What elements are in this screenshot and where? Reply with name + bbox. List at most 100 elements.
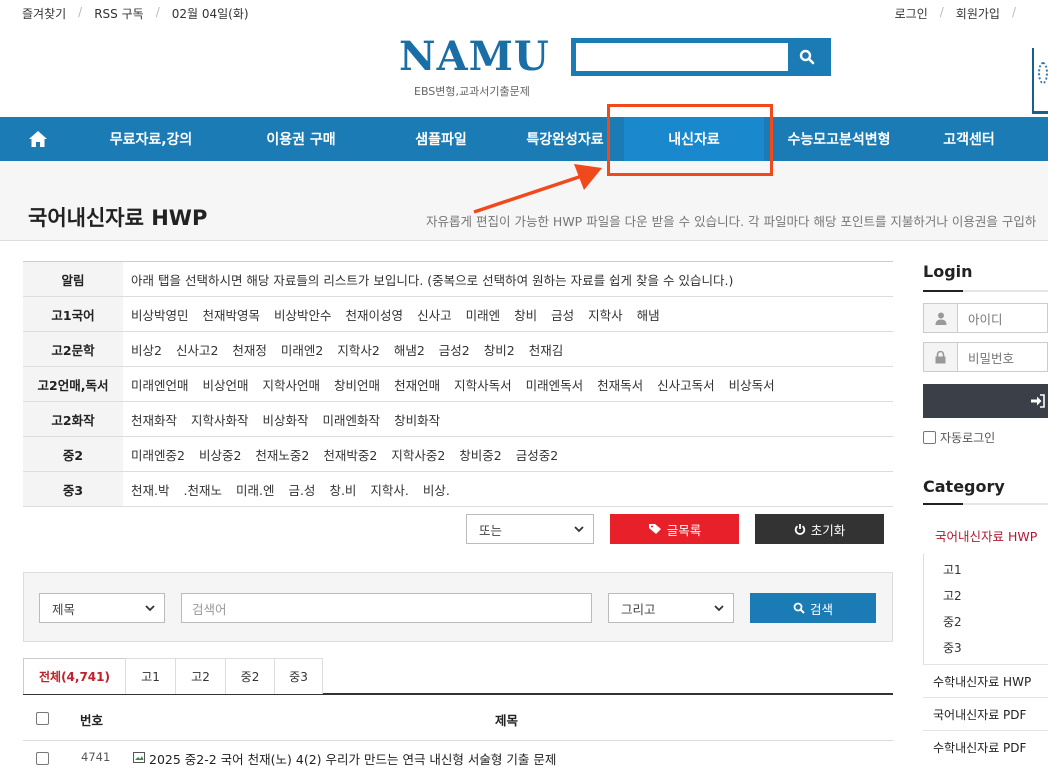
id-field[interactable]: 아이디 — [923, 303, 1048, 333]
filter-option[interactable]: 비상언매 — [203, 375, 249, 394]
favorites-link[interactable]: 즐겨찾기 — [22, 5, 66, 22]
nav-item-free[interactable]: 무료자료,강의 — [76, 117, 226, 161]
sub-category-h2[interactable]: 고2 — [943, 587, 962, 604]
row-title[interactable]: 2025 중2-2 국어 천재(노) 4(2) 우리가 만드는 연극 내신형 서… — [149, 749, 556, 768]
filter-option[interactable]: 비상중2 — [199, 445, 241, 464]
filter-option[interactable]: 천재.박 — [131, 480, 169, 499]
filter-option[interactable]: 신사고 — [417, 305, 452, 324]
nav-item-support[interactable]: 고객센터 — [914, 117, 1024, 161]
filter-option[interactable]: 미래엔언매 — [131, 375, 189, 394]
tab-all[interactable]: 전체(4,741) — [23, 658, 126, 694]
header-search-input[interactable] — [571, 38, 831, 76]
filter-option[interactable]: 신사고독서 — [657, 375, 715, 394]
filter-option[interactable]: 지학사언매 — [263, 375, 321, 394]
filter-option[interactable]: 비상화작 — [263, 410, 309, 429]
filter-option[interactable]: 천재정 — [232, 340, 267, 359]
sign-in-icon — [1031, 394, 1045, 408]
search-button[interactable]: 검색 — [750, 593, 876, 623]
header-search-button[interactable] — [788, 43, 826, 71]
filter-logic-select[interactable]: 또는 — [466, 514, 594, 544]
filter-option[interactable]: 미래엔독서 — [526, 375, 584, 394]
row-number: 4741 — [81, 750, 111, 764]
sub-category-m2[interactable]: 중2 — [943, 613, 962, 630]
nav-home[interactable] — [0, 117, 76, 161]
filter-option[interactable]: 천재언매 — [394, 375, 440, 394]
logo-subtitle: EBS변형,교과서기출문제 — [414, 85, 530, 98]
auto-login[interactable]: 자동로그인 — [923, 429, 995, 446]
filter-row-label: 고2문학 — [23, 332, 123, 366]
select-all-checkbox[interactable] — [36, 712, 49, 725]
filter-option[interactable]: 천재화작 — [131, 410, 177, 429]
filter-row: 고1국어 비상박영민 천재박영목 비상박안수 천재이성영 신사고 미래엔 창비 금성 지학사 해냄 — [23, 297, 893, 332]
login-link[interactable]: 로그인 — [895, 5, 928, 22]
filter-options: 미래엔중2 비상중2 천재노중2 천재박중2 지학사중2 창비중2 금성중2 — [123, 437, 893, 471]
search-input[interactable]: 검색어 — [181, 593, 592, 623]
filter-option[interactable]: .천재노 — [183, 480, 221, 499]
nav-item-sample[interactable]: 샘플파일 — [376, 117, 506, 161]
filter-option[interactable]: 천재박중2 — [323, 445, 377, 464]
join-link[interactable]: 회원가입 — [956, 5, 1000, 22]
auto-login-checkbox[interactable] — [923, 431, 936, 444]
search-field-select[interactable]: 제목 — [39, 593, 165, 623]
filter-option[interactable]: 미래엔화작 — [323, 410, 381, 429]
filter-option[interactable]: 천재김 — [529, 340, 564, 359]
sub-category-h1[interactable]: 고1 — [943, 561, 962, 578]
filter-option[interactable]: 비상박영민 — [131, 305, 189, 324]
filter-option[interactable]: 지학사. — [370, 480, 408, 499]
row-checkbox[interactable] — [36, 752, 49, 765]
filter-option[interactable]: 미래.엔 — [236, 480, 274, 499]
search-logic-select[interactable]: 그리고 — [608, 593, 734, 623]
filter-option[interactable]: 비상2 — [131, 340, 162, 359]
nav-item-mock[interactable]: 수능모고분석변형 — [764, 117, 914, 161]
filter-option[interactable]: 미래엔중2 — [131, 445, 185, 464]
filter-option[interactable]: 지학사독서 — [454, 375, 512, 394]
filter-option[interactable]: 천재독서 — [597, 375, 643, 394]
tab-m2[interactable]: 중2 — [225, 658, 275, 694]
sub-category-m3[interactable]: 중3 — [943, 639, 962, 656]
category-title: Category — [923, 477, 1005, 496]
filter-option[interactable]: 비상. — [423, 480, 450, 499]
filter-option[interactable]: 창.비 — [329, 480, 356, 499]
nav-item-pass[interactable]: 이용권 구매 — [226, 117, 376, 161]
rss-link[interactable]: RSS 구독 — [94, 5, 143, 22]
filter-option[interactable]: 비상독서 — [729, 375, 775, 394]
filter-option[interactable]: 미래엔 — [466, 305, 501, 324]
filter-row: 중3 천재.박 .천재노 미래.엔 금.성 창.비 지학사. 비상. — [23, 472, 893, 507]
category-active[interactable]: 국어내신자료 HWP — [923, 516, 1048, 554]
category-math-hwp[interactable]: 수학내신자료 HWP — [923, 664, 1048, 697]
filter-option[interactable]: 창비 — [514, 305, 537, 324]
chevron-down-icon — [714, 605, 724, 612]
filter-option[interactable]: 비상박안수 — [274, 305, 332, 324]
category-math-pdf[interactable]: 수학내신자료 PDF — [923, 730, 1048, 763]
filter-option[interactable]: 천재박영목 — [203, 305, 261, 324]
filter-option[interactable]: 지학사2 — [337, 340, 379, 359]
table-row[interactable]: 4741 2025 중2-2 국어 천재(노) 4(2) 우리가 만드는 연극 … — [23, 742, 893, 772]
filter-option[interactable]: 지학사화작 — [191, 410, 249, 429]
filter-option[interactable]: 금성 — [551, 305, 574, 324]
filter-option[interactable]: 금성2 — [439, 340, 470, 359]
filter-option[interactable]: 창비2 — [484, 340, 515, 359]
filter-option[interactable]: 금.성 — [288, 480, 315, 499]
site-logo[interactable]: NAMU — [399, 33, 550, 80]
filter-option[interactable]: 금성중2 — [516, 445, 558, 464]
tab-h1[interactable]: 고1 — [125, 658, 176, 694]
filter-option[interactable]: 창비화작 — [394, 410, 440, 429]
tab-h2[interactable]: 고2 — [175, 658, 226, 694]
filter-option[interactable]: 해냄2 — [394, 340, 425, 359]
filter-option[interactable]: 창비중2 — [459, 445, 501, 464]
reset-button[interactable]: 초기화 — [755, 514, 884, 544]
filter-option[interactable]: 천재이성영 — [346, 305, 404, 324]
login-submit-button[interactable] — [923, 384, 1048, 418]
category-korean-pdf[interactable]: 국어내신자료 PDF — [923, 697, 1048, 730]
filter-option[interactable]: 해냄 — [637, 305, 660, 324]
filter-option[interactable]: 지학사중2 — [391, 445, 445, 464]
tab-m3[interactable]: 중3 — [274, 658, 323, 694]
filter-option[interactable]: 창비언매 — [334, 375, 380, 394]
list-button[interactable]: 글목록 — [610, 514, 739, 544]
password-field[interactable]: 비밀번호 — [923, 342, 1048, 372]
filter-option[interactable]: 천재노중2 — [255, 445, 309, 464]
filter-option[interactable]: 미래엔2 — [281, 340, 323, 359]
filter-option[interactable]: 지학사 — [588, 305, 623, 324]
filter-option[interactable]: 신사고2 — [176, 340, 218, 359]
date-text: 02월 04일(화) — [171, 7, 249, 21]
